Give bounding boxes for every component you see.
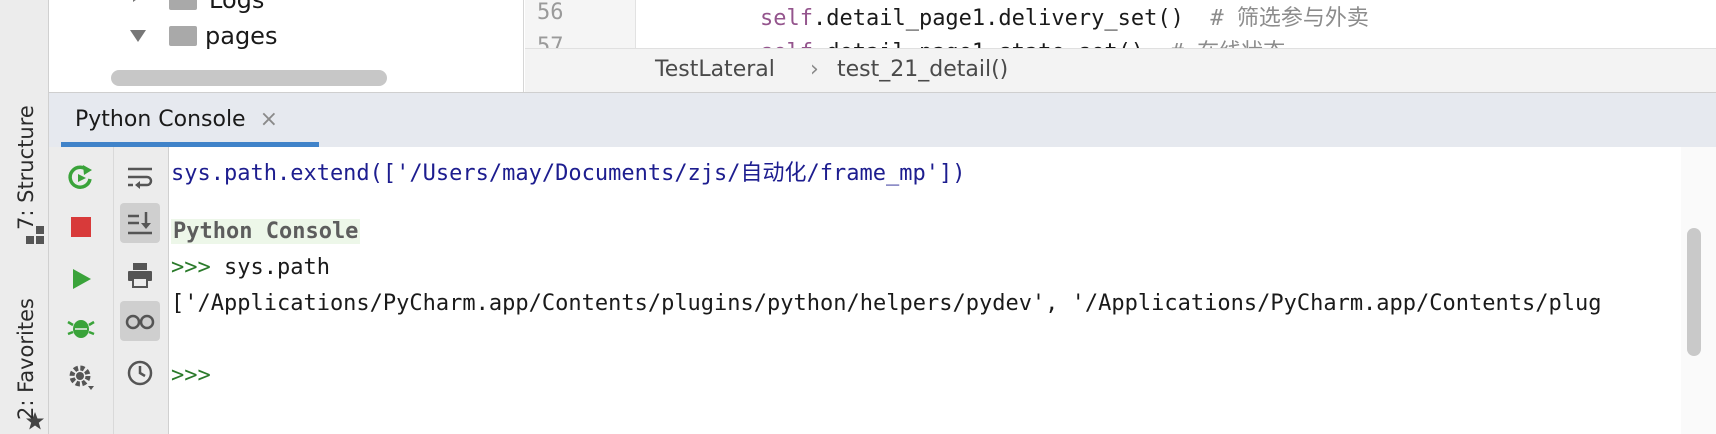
breadcrumb-separator: › [810,57,819,82]
breadcrumb-method[interactable]: test_21_detail() [837,57,1008,82]
console-tool-window-header: Python Console × [49,92,1716,148]
left-tool-stripe: 7: Structure 2: Favorites [0,0,49,434]
scroll-to-end-icon [128,212,152,235]
show-variables-toggle[interactable] [120,301,160,341]
self-keyword: self [760,6,813,31]
project-tree-panel: Logs pages [49,0,524,92]
console-command-line: >>> sys.path [171,255,330,280]
scroll-to-end-toggle[interactable] [120,203,160,243]
stop-button[interactable] [61,207,101,247]
code-line[interactable]: self.detail_page1.delivery_set() # 筛选参与外… [760,0,1369,32]
soft-wrap-button[interactable] [120,157,160,197]
console-banner: Python Console [171,219,361,244]
prompt-marker: >>> [171,255,211,280]
console-view-toolbar [114,147,169,434]
console-startup-line: sys.path.extend(['/Users/may/Documents/z… [171,161,966,186]
tree-item-logs[interactable]: Logs [209,0,264,14]
console-run-toolbar [49,147,114,434]
code-comment: # 筛选参与外卖 [1210,6,1369,31]
code-editor[interactable]: 56 57 self.detail_page1.delivery_set() #… [525,0,1716,93]
history-button[interactable] [120,353,160,393]
run-button[interactable] [61,259,101,299]
horizontal-scrollbar[interactable] [111,70,387,86]
structure-icon [26,226,44,244]
close-icon[interactable]: × [260,107,278,132]
command-text: sys.path [210,255,330,280]
star-icon [26,412,44,430]
favorites-tool-tab[interactable]: 2: Favorites [14,298,38,420]
line-number-gutter: 56 57 [525,0,636,59]
console-result-line: ['/Applications/PyCharm.app/Contents/plu… [171,291,1602,316]
structure-tool-tab[interactable]: 7: Structure [14,105,38,230]
console-input-prompt[interactable]: >>> [171,363,211,388]
chevron-down-icon[interactable] [129,27,147,45]
tab-label: Python Console [75,106,246,132]
package-folder-icon [169,26,197,46]
breadcrumb-class[interactable]: TestLateral [655,57,775,82]
print-icon [128,263,152,288]
code-text: .detail_page1.delivery_set() [812,6,1184,31]
chevron-right-icon[interactable] [129,0,147,4]
console-output[interactable]: sys.path.extend(['/Users/may/Documents/z… [169,147,1681,434]
soft-wrap-icon [128,167,153,189]
rerun-icon [68,165,92,189]
folder-icon [169,0,197,10]
show-variables-icon [125,314,155,330]
vertical-scrollbar-thumb[interactable] [1687,228,1701,356]
tab-python-console[interactable]: Python Console × [61,99,292,139]
settings-button[interactable] [61,357,101,397]
run-icon [73,269,91,289]
line-number: 56 [537,0,564,25]
stop-icon [71,217,91,237]
tree-item-pages[interactable]: pages [205,22,277,50]
settings-icon [69,365,94,390]
print-button[interactable] [120,255,160,295]
debug-button[interactable] [61,307,101,347]
breadcrumb: TestLateral › test_21_detail() [525,48,1716,93]
debug-icon [67,320,95,338]
history-icon [127,360,153,386]
rerun-button[interactable] [61,157,101,197]
